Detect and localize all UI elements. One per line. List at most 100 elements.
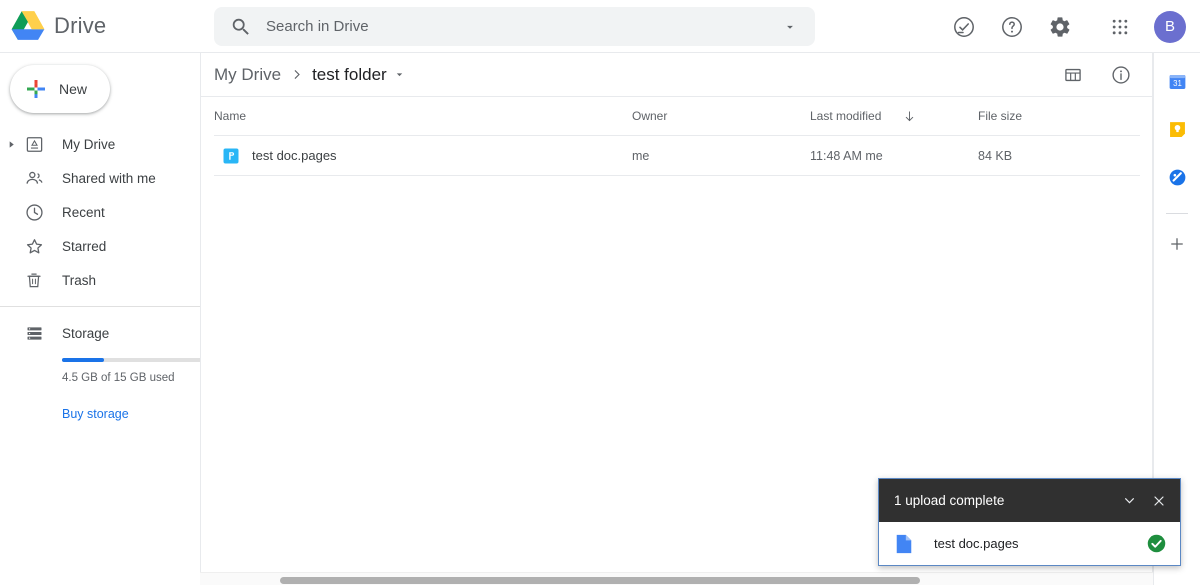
sidebar-item-recent[interactable]: Recent	[0, 195, 200, 229]
apps-button[interactable]	[1100, 7, 1140, 47]
breadcrumb-current[interactable]: test folder	[312, 65, 387, 85]
file-name-cell: test doc.pages	[214, 148, 632, 164]
file-name-label: test doc.pages	[252, 148, 337, 163]
storage-progress-bar	[62, 358, 202, 362]
column-header-last-modified[interactable]: Last modified	[810, 109, 978, 124]
upload-toast-title: 1 upload complete	[894, 493, 1114, 508]
sidebar-divider	[0, 306, 200, 307]
file-size-cell: 84 KB	[978, 149, 1098, 163]
google-drive-logo	[8, 8, 48, 44]
search-options-button[interactable]	[773, 10, 807, 44]
new-button[interactable]: New	[10, 65, 110, 113]
file-last-modified-cell: 11:48 AM me	[810, 149, 978, 163]
help-circle-icon	[1000, 15, 1024, 39]
new-button-label: New	[59, 81, 87, 97]
google-calendar-icon[interactable]: 31	[1161, 65, 1193, 97]
horizontal-scrollbar[interactable]	[200, 572, 1153, 585]
document-icon	[895, 534, 913, 554]
search-bar[interactable]	[214, 7, 815, 46]
sidebar-item-label: Starred	[62, 239, 106, 254]
expand-arrow-icon[interactable]	[0, 140, 22, 149]
plus-icon	[1168, 235, 1186, 253]
drive-app-window: Drive	[0, 0, 1200, 585]
view-toolbar	[1049, 55, 1145, 95]
column-header-owner[interactable]: Owner	[632, 109, 810, 123]
app-title: Drive	[54, 13, 106, 39]
column-header-name[interactable]: Name	[214, 109, 632, 123]
pages-file-icon	[223, 148, 239, 164]
upload-complete-status-icon[interactable]	[944, 7, 984, 47]
clock-icon	[22, 200, 46, 224]
upload-toast-item[interactable]: test doc.pages	[879, 522, 1180, 565]
sidebar-item-label: Recent	[62, 205, 105, 220]
breadcrumb-root[interactable]: My Drive	[214, 65, 281, 85]
sidebar: New My Drive	[0, 53, 200, 585]
breadcrumb-separator-icon	[289, 67, 304, 82]
file-owner-cell: me	[632, 149, 810, 163]
drive-logo-link[interactable]: Drive	[8, 8, 203, 44]
horizontal-scrollbar-thumb[interactable]	[280, 577, 920, 584]
plus-icon	[24, 77, 48, 101]
storage-icon	[22, 321, 46, 345]
close-icon	[1151, 493, 1167, 509]
sidebar-item-trash[interactable]: Trash	[0, 263, 200, 297]
grid-view-button[interactable]	[1053, 55, 1093, 95]
info-circle-icon	[1110, 64, 1132, 86]
avatar[interactable]: B	[1154, 11, 1186, 43]
sidebar-item-my-drive[interactable]: My Drive	[0, 127, 200, 161]
storage-progress-fill	[62, 358, 104, 362]
top-bar: Drive	[0, 0, 1200, 53]
search-input[interactable]	[266, 18, 773, 35]
calendar-icon: 31	[1167, 71, 1188, 92]
sidebar-item-shared-with-me[interactable]: Shared with me	[0, 161, 200, 195]
chevron-down-icon	[393, 68, 406, 81]
upload-toast: 1 upload complete test doc.pages	[878, 478, 1181, 566]
sidebar-item-storage[interactable]: Storage	[0, 316, 200, 350]
chevron-down-icon	[1121, 492, 1138, 509]
google-keep-icon[interactable]	[1161, 113, 1193, 145]
keep-bulb-icon	[1167, 119, 1188, 140]
upload-toast-close-button[interactable]	[1144, 486, 1174, 516]
calendar-day-number: 31	[1173, 78, 1182, 87]
chevron-right-icon	[289, 67, 304, 82]
apps-grid-icon	[1110, 17, 1130, 37]
gear-icon	[1048, 15, 1072, 39]
column-header-file-size[interactable]: File size	[978, 109, 1098, 123]
breadcrumb-menu-button[interactable]	[393, 68, 406, 81]
upload-toast-collapse-button[interactable]	[1114, 486, 1144, 516]
search-icon	[230, 16, 252, 38]
sidebar-nav: My Drive Shared with me	[0, 127, 200, 423]
breadcrumb-bar: My Drive test folder	[201, 53, 1153, 97]
trash-icon	[22, 268, 46, 292]
details-button[interactable]	[1101, 55, 1141, 95]
check-circle-icon	[952, 15, 976, 39]
chevron-down-icon	[783, 20, 797, 34]
storage-section: Storage 4.5 GB of 15 GB used Buy storage	[0, 316, 200, 423]
top-actions: B	[940, 0, 1192, 53]
table-row[interactable]: test doc.pages me 11:48 AM me 84 KB	[214, 136, 1140, 176]
sort-direction-icon	[902, 109, 917, 124]
sidebar-item-label: Shared with me	[62, 171, 156, 186]
grid-icon	[1063, 65, 1083, 85]
upload-toast-filename: test doc.pages	[934, 536, 1146, 551]
help-button[interactable]	[992, 7, 1032, 47]
triangle-right-icon	[7, 140, 16, 149]
panel-divider	[1166, 213, 1188, 214]
arrow-down-icon	[902, 109, 917, 124]
upload-toast-header: 1 upload complete	[879, 479, 1180, 522]
tasks-icon	[1167, 167, 1188, 188]
sidebar-item-label: My Drive	[62, 137, 115, 152]
add-addon-button[interactable]	[1161, 228, 1193, 260]
table-header-row: Name Owner Last modified File size	[214, 97, 1140, 136]
sidebar-item-starred[interactable]: Starred	[0, 229, 200, 263]
buy-storage-link[interactable]: Buy storage	[62, 407, 129, 421]
google-tasks-icon[interactable]	[1161, 161, 1193, 193]
settings-button[interactable]	[1040, 7, 1080, 47]
sidebar-item-label: Storage	[62, 326, 109, 341]
my-drive-icon	[22, 132, 46, 156]
sidebar-item-label: Trash	[62, 273, 96, 288]
file-table: Name Owner Last modified File size	[201, 97, 1153, 176]
star-icon	[22, 234, 46, 258]
column-header-last-modified-label: Last modified	[810, 109, 881, 123]
shared-people-icon	[22, 166, 46, 190]
